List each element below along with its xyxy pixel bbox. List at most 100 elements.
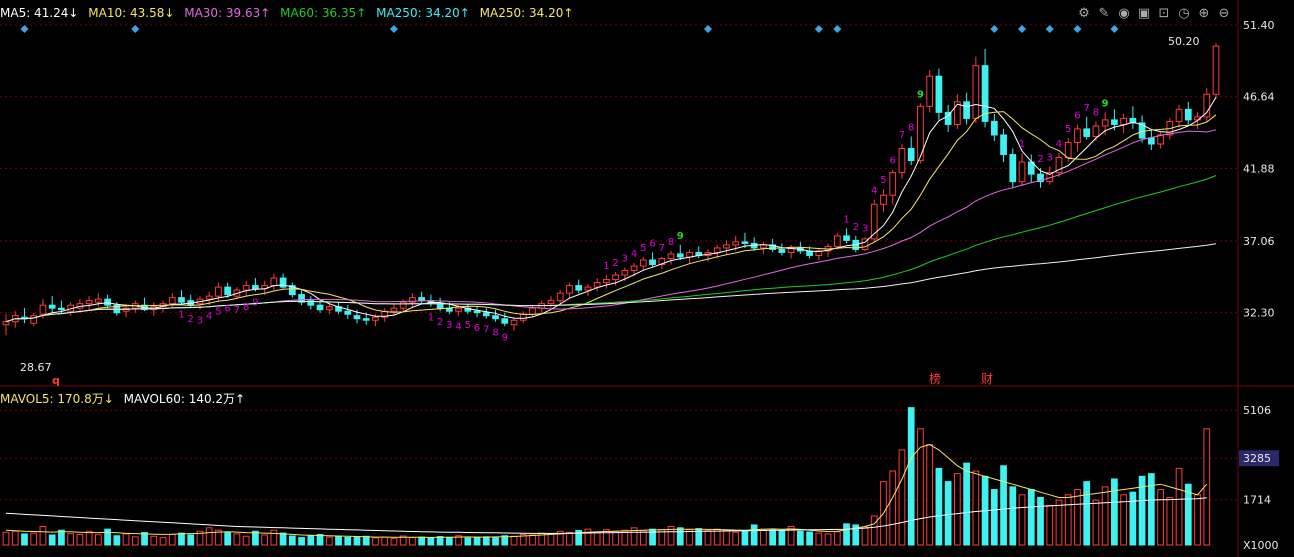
volume-bar-up bbox=[409, 537, 416, 546]
clock-icon[interactable]: ◷ bbox=[1174, 6, 1194, 21]
candle-up bbox=[205, 295, 213, 300]
legend-ma30: MA30: 39.63↑ bbox=[184, 6, 271, 20]
volume-bar-up bbox=[1157, 489, 1164, 546]
volume-bar-down bbox=[907, 407, 915, 546]
volume-bar-up bbox=[11, 530, 19, 546]
candle-up bbox=[972, 65, 980, 119]
lock-icon[interactable]: ⊡ bbox=[1154, 6, 1174, 21]
gear-icon[interactable]: ⚙ bbox=[1074, 6, 1094, 21]
bag-icon[interactable]: ▣ bbox=[1134, 6, 1154, 21]
td-count-label: 3 bbox=[622, 254, 628, 265]
volume-bar-down bbox=[445, 536, 453, 546]
plus-circle-icon[interactable]: ⊕ bbox=[1194, 6, 1214, 21]
td-count-label: 5 bbox=[465, 320, 471, 331]
candlestick-panel: 1 2 3 4 5 6 7 8 91 2 3 4 5 6 7 8 91 2 3 45 6 78912 345678912 34… bbox=[2, 25, 1220, 343]
candle-up bbox=[639, 259, 647, 267]
legend-mavol60: MAVOL60: 140.2万↑ bbox=[123, 392, 246, 406]
volume-bar-down bbox=[750, 524, 758, 546]
candle-down bbox=[436, 303, 444, 309]
candle-up bbox=[1175, 108, 1183, 122]
candle-up bbox=[529, 307, 536, 315]
candle-down bbox=[907, 148, 915, 162]
candle-up bbox=[556, 292, 564, 302]
event-marker-cai[interactable]: 财 bbox=[981, 372, 993, 386]
candle-up bbox=[519, 313, 527, 321]
volume-bar-down bbox=[1083, 481, 1091, 546]
pen-icon[interactable]: ✎ bbox=[1094, 6, 1114, 21]
candle-down bbox=[1147, 137, 1155, 145]
td-count-label: 2 bbox=[1037, 154, 1043, 165]
volume-bar-down bbox=[1147, 473, 1155, 546]
volume-bar-down bbox=[418, 536, 426, 546]
candle-up bbox=[889, 172, 897, 196]
event-marker-bang[interactable]: 榜 bbox=[929, 371, 941, 386]
low-marker-q: q bbox=[52, 374, 60, 387]
candle-up bbox=[667, 253, 675, 259]
candle-up bbox=[1074, 128, 1081, 143]
volume-bar-up bbox=[833, 531, 841, 546]
candle-up bbox=[1064, 141, 1072, 159]
candle-up bbox=[593, 282, 601, 288]
volume-bar-up bbox=[584, 528, 592, 546]
volume-bar-up bbox=[1120, 494, 1127, 546]
minus-circle-icon[interactable]: ⊖ bbox=[1214, 6, 1234, 21]
td-count-label: 2 bbox=[188, 314, 194, 325]
volume-tick-label: X1000 bbox=[1243, 539, 1279, 552]
volume-bar-up bbox=[815, 532, 823, 546]
candle-up bbox=[30, 315, 38, 324]
candle-down bbox=[963, 101, 970, 119]
eye-icon[interactable]: ◉ bbox=[1114, 6, 1134, 21]
candle-up bbox=[270, 277, 278, 287]
vol-legend: MAVOL5: 170.8万↓ MAVOL60: 140.2万↑ bbox=[0, 390, 251, 407]
td-count-label: 4 bbox=[871, 186, 877, 197]
volume-bar-up bbox=[150, 535, 158, 546]
legend-ma250-2: MA250: 34.20↑ bbox=[479, 6, 574, 20]
candle-up bbox=[215, 286, 222, 297]
volume-bar-up bbox=[593, 532, 601, 546]
event-diamond-marker bbox=[703, 25, 712, 33]
candle-up bbox=[510, 319, 518, 326]
volume-bar-up bbox=[723, 529, 730, 546]
td-count-label: 4 bbox=[631, 249, 637, 260]
event-diamond-marker bbox=[814, 25, 823, 33]
volume-bar-down bbox=[963, 462, 970, 546]
td-count-label: 5 bbox=[880, 175, 886, 186]
volume-bar-down bbox=[778, 530, 786, 546]
volume-bar-up bbox=[898, 449, 906, 546]
td-count-label: 6 bbox=[474, 323, 480, 334]
candle-up bbox=[1212, 45, 1220, 95]
td-count-label: 8 bbox=[243, 302, 249, 313]
candle-down bbox=[48, 304, 56, 309]
candle-down bbox=[178, 297, 185, 303]
volume-bar-up bbox=[760, 528, 767, 546]
volume-bar-up bbox=[889, 470, 897, 546]
volume-bar-up bbox=[39, 526, 47, 546]
volume-bar-down bbox=[104, 528, 111, 546]
volume-bar-down bbox=[464, 537, 472, 546]
volume-bar-up bbox=[122, 533, 130, 546]
price-tick-label: 37.06 bbox=[1243, 235, 1275, 248]
td-count-label: 6 bbox=[649, 238, 655, 249]
candle-up bbox=[168, 297, 176, 305]
volume-bar-up bbox=[1092, 499, 1100, 546]
legend-ma10: MA10: 43.58↓ bbox=[88, 6, 175, 20]
candle-up bbox=[880, 194, 887, 205]
candle-down bbox=[362, 318, 370, 321]
volume-bar-up bbox=[566, 531, 573, 546]
volume-bar-down bbox=[492, 537, 499, 546]
candle-up bbox=[1203, 93, 1211, 118]
volume-bar-down bbox=[427, 537, 435, 546]
candle-down bbox=[104, 298, 111, 306]
volume-bar-down bbox=[344, 536, 352, 546]
candle-down bbox=[473, 310, 481, 314]
candle-down bbox=[843, 235, 850, 241]
volume-bar-up bbox=[954, 473, 961, 546]
volume-bar-down bbox=[1027, 489, 1035, 546]
candle-down bbox=[252, 285, 259, 290]
volume-bar-up bbox=[1064, 494, 1072, 546]
td-count-label: 8 bbox=[908, 122, 914, 133]
candle-down bbox=[58, 307, 65, 311]
candle-up bbox=[603, 279, 610, 284]
candle-up bbox=[713, 247, 721, 253]
td-count-label: 3 bbox=[1047, 153, 1053, 164]
